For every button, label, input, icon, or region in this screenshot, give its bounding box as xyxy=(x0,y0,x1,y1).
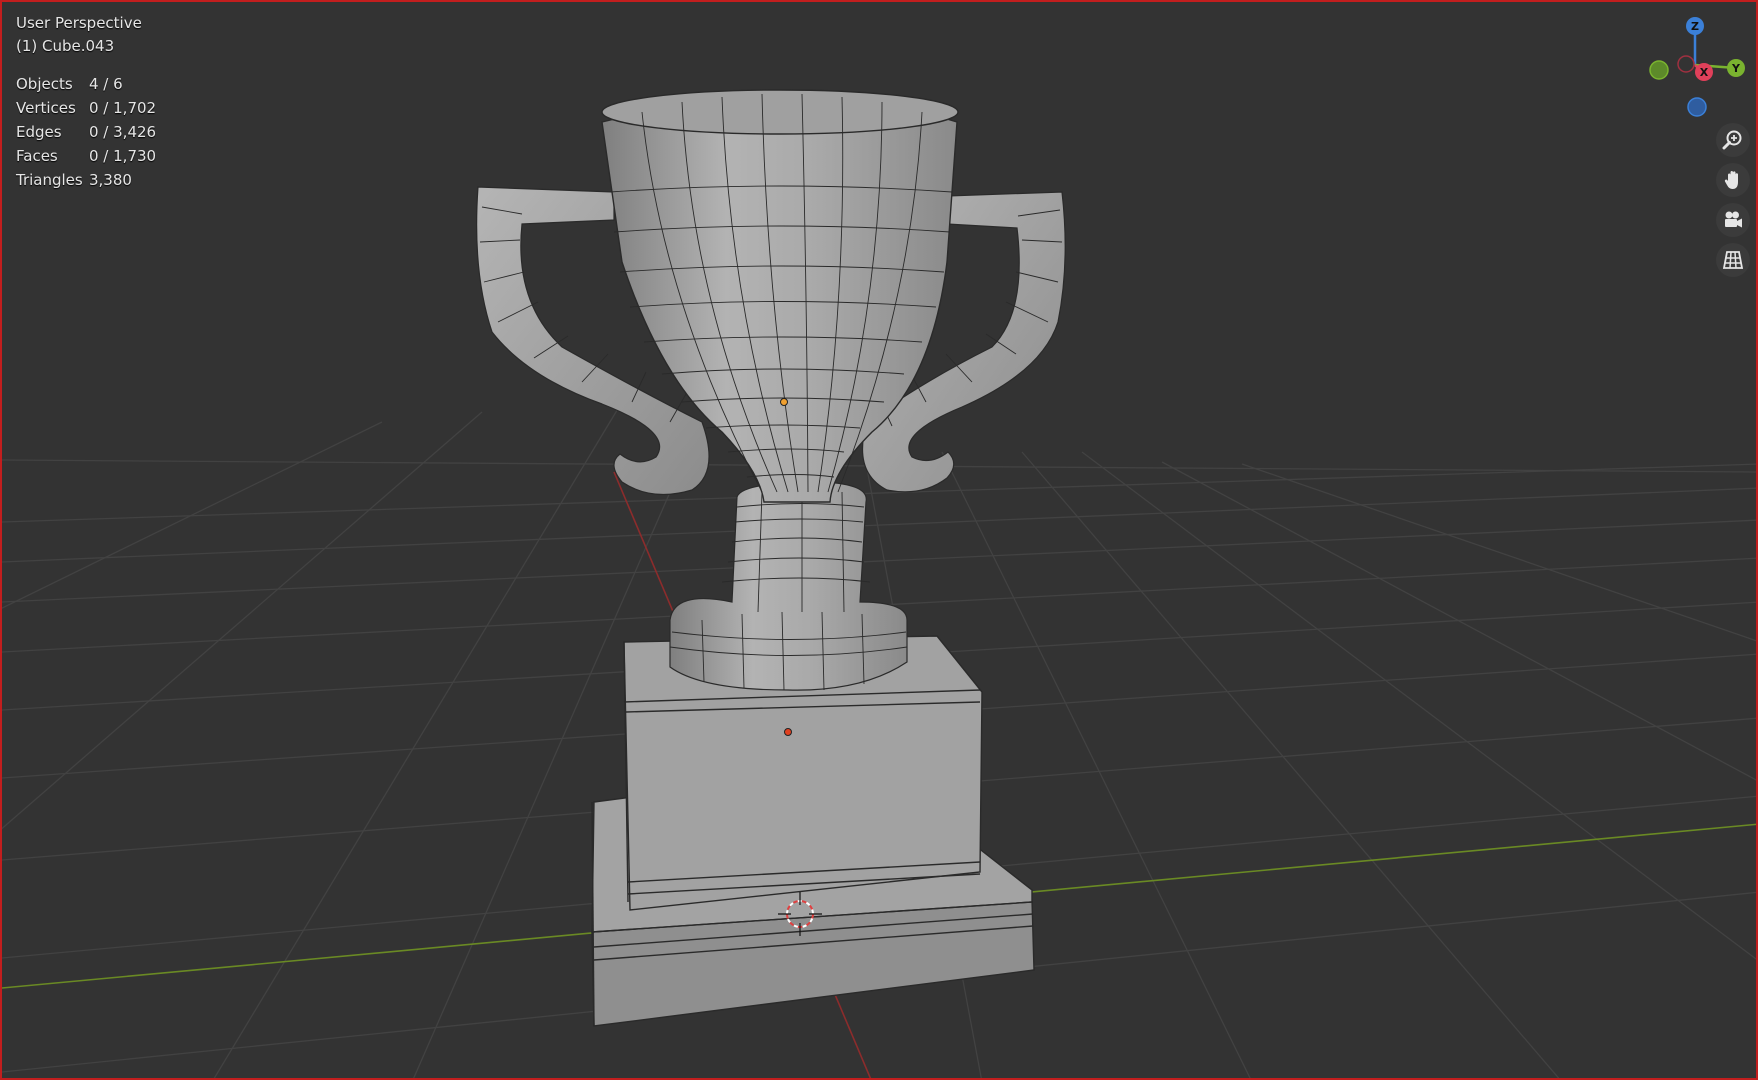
gizmo-neg-y[interactable] xyxy=(1649,60,1669,80)
pan-button[interactable] xyxy=(1716,163,1750,197)
stat-value: 0 / 3,426 xyxy=(89,123,157,141)
gizmo-x-axis[interactable]: X xyxy=(1695,63,1713,81)
trophy-stem[interactable] xyxy=(669,481,908,691)
stat-key: Edges xyxy=(16,123,62,141)
gizmo-x-label: X xyxy=(1700,66,1709,79)
ortho-toggle-button[interactable] xyxy=(1716,243,1750,277)
trophy-base[interactable] xyxy=(591,635,1035,1027)
hand-icon xyxy=(1724,171,1738,189)
zoom-button[interactable] xyxy=(1716,123,1750,157)
stat-key: Vertices xyxy=(16,99,76,117)
origin-dot-base xyxy=(784,728,792,736)
stat-value: 0 / 1,702 xyxy=(89,99,157,117)
camera-view-button[interactable] xyxy=(1716,203,1750,237)
stat-row: Triangles 3,380 xyxy=(16,168,156,192)
gizmo-z-label: Z xyxy=(1691,20,1699,33)
stat-row: Faces 0 / 1,730 xyxy=(16,144,156,168)
active-object-label: (1) Cube.043 xyxy=(16,37,115,55)
grid-icon xyxy=(1722,251,1744,269)
gizmo-neg-x[interactable] xyxy=(1677,55,1695,73)
stat-value: 0 / 1,730 xyxy=(89,147,157,165)
scene-stats: Objects 4 / 6 Vertices 0 / 1,702 Edges 0 / … xyxy=(16,72,156,192)
zoom-icon xyxy=(1722,130,1742,150)
stat-row: Edges 0 / 3,426 xyxy=(16,120,156,144)
stat-key: Triangles xyxy=(16,171,83,189)
viewport-info: User Perspective (1) Cube.043 Objects 4 /… xyxy=(16,12,156,192)
origin-dot-cup xyxy=(780,398,788,406)
camera-icon xyxy=(1725,211,1742,228)
view-mode-label: User Perspective xyxy=(16,14,142,32)
gizmo-y-label: Y xyxy=(1731,62,1741,75)
gizmo-y-axis[interactable]: Y xyxy=(1727,59,1745,77)
3d-viewport[interactable]: User Perspective (1) Cube.043 Objects 4 /… xyxy=(0,0,1758,1080)
stat-key: Objects xyxy=(16,75,73,93)
stat-key: Faces xyxy=(16,147,58,165)
stat-row: Vertices 0 / 1,702 xyxy=(16,96,156,120)
stat-row: Objects 4 / 6 xyxy=(16,72,156,96)
gizmo-z-axis[interactable]: Z xyxy=(1686,17,1704,35)
stat-value: 4 / 6 xyxy=(89,75,123,93)
scene-canvas[interactable] xyxy=(2,2,1758,1080)
gizmo-neg-z[interactable] xyxy=(1687,97,1707,117)
stat-value: 3,380 xyxy=(89,171,132,189)
navigation-gizmo[interactable]: Z Y X xyxy=(1630,10,1758,126)
